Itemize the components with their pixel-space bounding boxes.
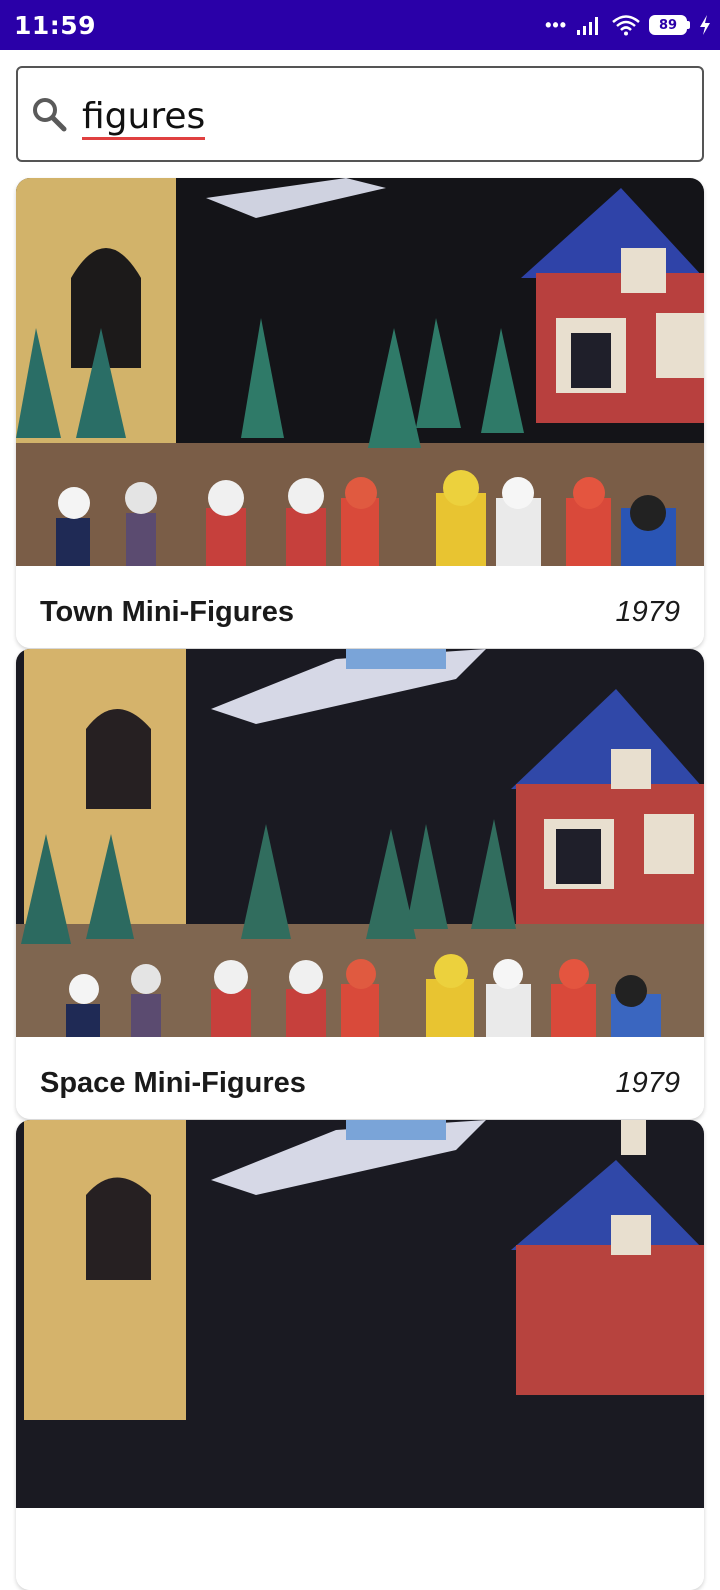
card-footer: [16, 1508, 704, 1590]
status-icons: ••• 89: [545, 12, 712, 38]
battery-level: 89: [649, 15, 687, 35]
search-query[interactable]: figures: [82, 96, 206, 140]
search-input[interactable]: figures: [16, 66, 704, 162]
wifi-icon: [612, 15, 640, 36]
set-title: Space Mini-Figures: [40, 1067, 306, 1099]
status-bar: 11:59 ••• 89: [0, 0, 720, 50]
result-card[interactable]: Space Mini-Figures 1979: [16, 649, 704, 1119]
card-footer: Space Mini-Figures 1979: [16, 1037, 704, 1119]
status-time: 11:59: [14, 11, 97, 40]
set-year: 1979: [615, 596, 680, 628]
set-year: 1979: [615, 1067, 680, 1099]
set-title: Town Mini-Figures: [40, 596, 294, 628]
result-card[interactable]: Town Mini-Figures 1979: [16, 178, 704, 648]
set-image: [16, 1120, 704, 1508]
result-card[interactable]: [16, 1120, 704, 1590]
set-image: [16, 178, 704, 566]
signal-icon: [577, 17, 598, 35]
charging-icon: [700, 15, 710, 35]
card-footer: Town Mini-Figures 1979: [16, 566, 704, 648]
search-icon[interactable]: [30, 95, 70, 135]
set-image: [16, 649, 704, 1037]
dots-icon: •••: [545, 14, 567, 35]
battery-icon: 89: [649, 15, 690, 35]
